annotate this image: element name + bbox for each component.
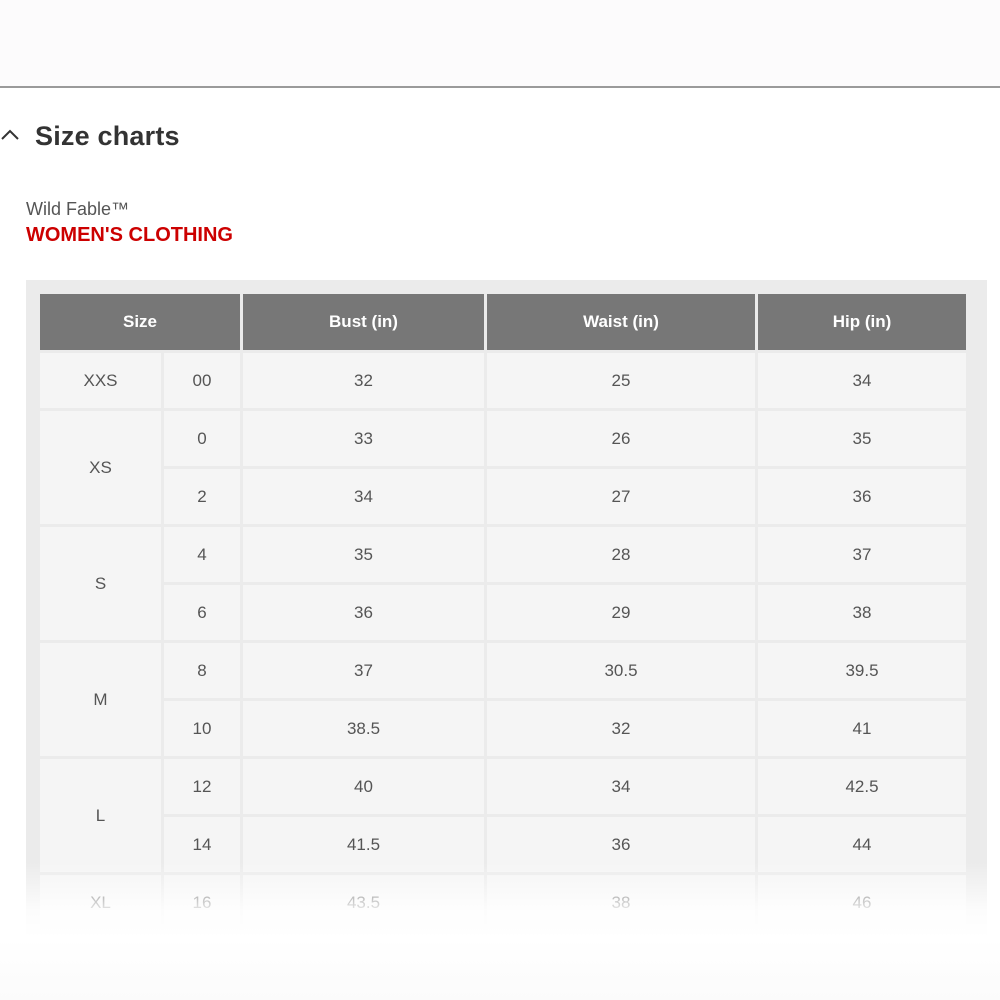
table-row: S 4 35 28 37: [40, 527, 966, 640]
numeric-size: 4: [164, 527, 240, 582]
hip-value: 38: [758, 585, 966, 640]
table-row: L 12 40 34 42.5: [40, 759, 966, 872]
waist-value: 26: [487, 411, 755, 466]
size-label: XS: [40, 411, 161, 524]
bust-value: 33: [243, 411, 484, 466]
numeric-size: 00: [164, 353, 240, 408]
header-hip: Hip (in): [758, 294, 966, 350]
hip-value: 46: [758, 875, 966, 930]
numeric-size: 10: [164, 701, 240, 756]
hip-value: 44: [758, 817, 966, 872]
size-chart-table-container: Size Bust (in) Waist (in) Hip (in) XXS 0…: [26, 280, 987, 1000]
table-row: 6 36 29 38: [40, 585, 966, 640]
header-bust: Bust (in): [243, 294, 484, 350]
bust-value: 38.5: [243, 701, 484, 756]
waist-value: 29: [487, 585, 755, 640]
header-waist: Waist (in): [487, 294, 755, 350]
table-row: XL 16 43.5 38 46: [40, 875, 966, 930]
header-size: Size: [40, 294, 240, 350]
table-row: XS 0 33 26 35: [40, 411, 966, 524]
size-chart-table: Size Bust (in) Waist (in) Hip (in) XXS 0…: [37, 291, 969, 933]
waist-value: 38: [487, 875, 755, 930]
waist-value: 28: [487, 527, 755, 582]
table-header-row: Size Bust (in) Waist (in) Hip (in): [40, 294, 966, 350]
waist-value: 32: [487, 701, 755, 756]
hip-value: 34: [758, 353, 966, 408]
table-row: 2 34 27 36: [40, 469, 966, 524]
numeric-size: 2: [164, 469, 240, 524]
size-label: XL: [40, 875, 161, 930]
waist-value: 27: [487, 469, 755, 524]
numeric-size: 0: [164, 411, 240, 466]
section-title: Size charts: [35, 120, 180, 151]
size-label: M: [40, 643, 161, 756]
bust-value: 36: [243, 585, 484, 640]
table-row: 10 38.5 32 41: [40, 701, 966, 756]
hip-value: 36: [758, 469, 966, 524]
category-title: WOMEN'S CLOTHING: [26, 224, 233, 246]
hip-value: 35: [758, 411, 966, 466]
hip-value: 42.5: [758, 759, 966, 814]
size-charts-toggle[interactable]: Size charts: [0, 112, 400, 160]
hip-value: 37: [758, 527, 966, 582]
chevron-up-icon: [0, 121, 30, 151]
numeric-size: 16: [164, 875, 240, 930]
brand-name: Wild Fable™: [26, 199, 130, 219]
waist-value: 25: [487, 353, 755, 408]
size-label: L: [40, 759, 161, 872]
waist-value: 36: [487, 817, 755, 872]
bust-value: 32: [243, 353, 484, 408]
bust-value: 43.5: [243, 875, 484, 930]
numeric-size: 8: [164, 643, 240, 698]
bust-value: 40: [243, 759, 484, 814]
top-bar: [0, 0, 1000, 88]
table-row: XXS 00 32 25 34: [40, 353, 966, 408]
hip-value: 39.5: [758, 643, 966, 698]
size-label: XXS: [40, 353, 161, 408]
bust-value: 41.5: [243, 817, 484, 872]
bust-value: 37: [243, 643, 484, 698]
hip-value: 41: [758, 701, 966, 756]
numeric-size: 14: [164, 817, 240, 872]
size-label: S: [40, 527, 161, 640]
bust-value: 34: [243, 469, 484, 524]
waist-value: 34: [487, 759, 755, 814]
numeric-size: 12: [164, 759, 240, 814]
numeric-size: 6: [164, 585, 240, 640]
bust-value: 35: [243, 527, 484, 582]
table-row: M 8 37 30.5 39.5: [40, 643, 966, 756]
waist-value: 30.5: [487, 643, 755, 698]
table-row: 14 41.5 36 44: [40, 817, 966, 872]
